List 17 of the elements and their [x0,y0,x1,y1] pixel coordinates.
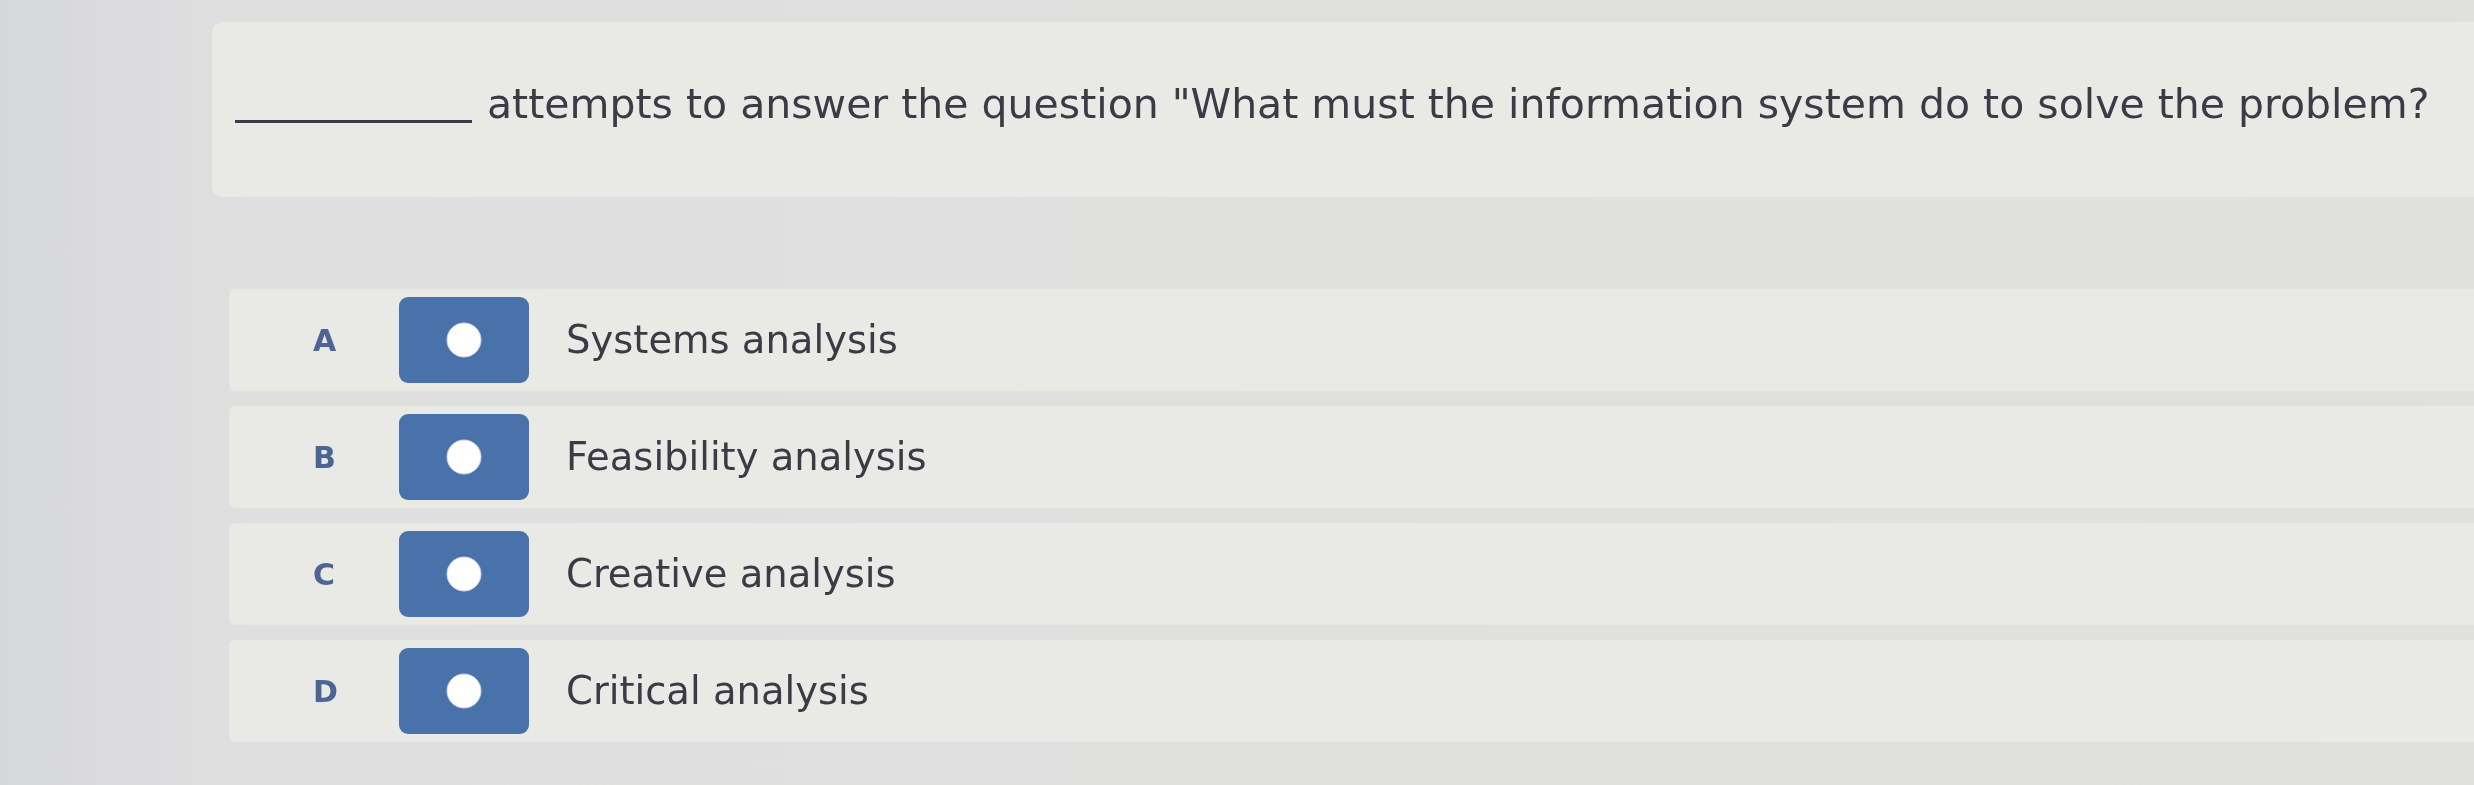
option-text: Systems analysis [566,316,898,365]
question-text: attempts to answer the question "What must the information system do to solve the problem? [487,79,2430,130]
option-text: Critical analysis [566,667,869,716]
option-text: Creative analysis [566,550,896,599]
circle-icon [446,322,482,358]
circle-icon [446,556,482,592]
option-letter: C [313,555,337,594]
option-letter: B [313,438,337,477]
circle-icon [446,673,482,709]
radio-button[interactable] [399,297,529,383]
radio-button[interactable] [399,531,529,617]
radio-button[interactable] [399,414,529,500]
circle-icon [446,439,482,475]
option-letter: D [313,672,339,711]
radio-button[interactable] [399,648,529,734]
option-letter: A [313,321,338,360]
option-text: Feasibility analysis [566,433,927,482]
